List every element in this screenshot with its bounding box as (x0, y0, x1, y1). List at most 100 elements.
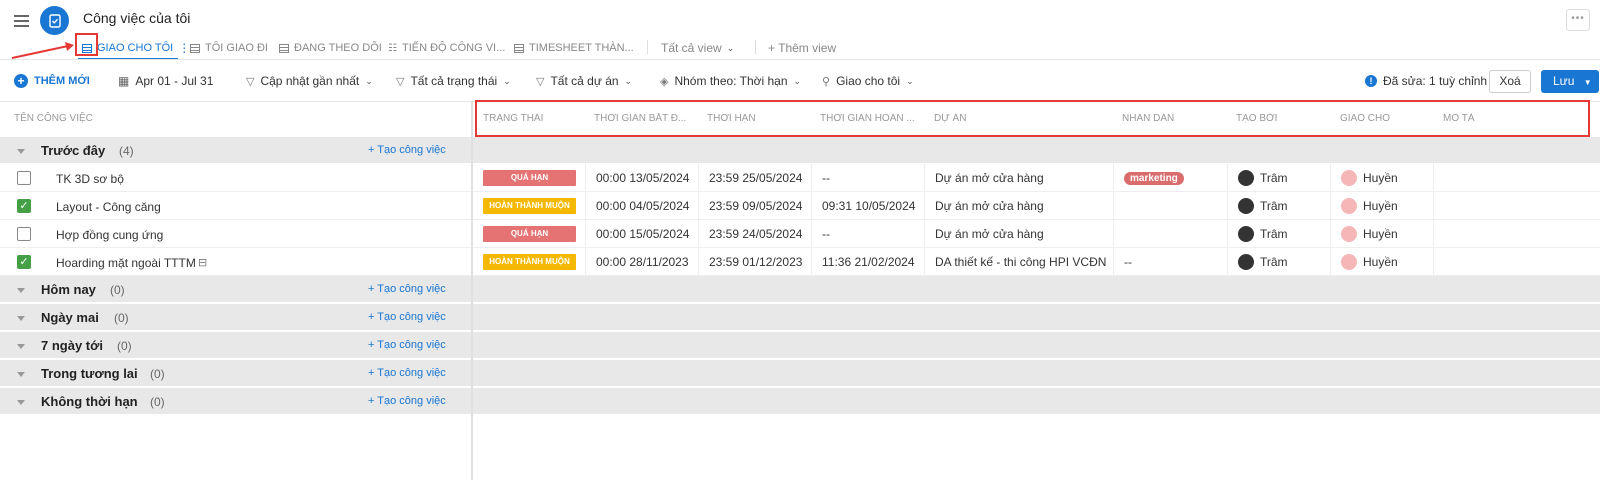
group-row-tomorrow[interactable]: Ngày mai (0) + Tạo công việc (0, 304, 471, 331)
tags-cell[interactable] (1114, 220, 1228, 248)
group-name: Hôm nay (41, 282, 96, 297)
add-new-label: THÊM MỚI (34, 75, 90, 87)
task-row[interactable]: Hợp đồng cung ứng (0, 220, 471, 248)
assignee-name: Huyền (1363, 227, 1398, 241)
task-name[interactable]: TK 3D sơ bộ (56, 172, 124, 186)
tabs-divider (0, 59, 1600, 60)
tab-assigned-by-me[interactable]: TÔI GIAO ĐI (190, 38, 268, 58)
assignee-cell[interactable]: Huyền (1331, 192, 1434, 220)
description-cell[interactable] (1434, 248, 1600, 276)
add-task-link[interactable]: + Tạo công việc (368, 367, 446, 379)
table-row[interactable]: QUÁ HẠN 00:00 15/05/2024 23:59 24/05/202… (473, 220, 1600, 248)
project-cell[interactable]: Dự án mở cửa hàng (925, 220, 1114, 248)
table-row[interactable]: QUÁ HẠN 00:00 13/05/2024 23:59 25/05/202… (473, 164, 1600, 192)
status-badge[interactable]: QUÁ HẠN (483, 170, 576, 186)
status-badge[interactable]: HOÀN THÀNH MUỘN (483, 254, 576, 270)
created-by-cell[interactable]: Trâm (1228, 248, 1331, 276)
add-task-link[interactable]: + Tạo công việc (368, 339, 446, 351)
assignee-cell[interactable]: Huyền (1331, 248, 1434, 276)
collapse-icon[interactable] (17, 288, 25, 293)
project-cell[interactable]: Dự án mở cửa hàng (925, 164, 1114, 192)
collapse-icon[interactable] (17, 372, 25, 377)
delete-button[interactable]: Xoá (1489, 70, 1531, 93)
kebab-icon[interactable]: ⋮ (178, 41, 190, 55)
table-row[interactable]: HOÀN THÀNH MUỘN 00:00 04/05/2024 23:59 0… (473, 192, 1600, 220)
group-row-today[interactable]: Hôm nay (0) + Tạo công việc (0, 276, 471, 303)
tab-progress[interactable]: ☷ TIẾN ĐỘ CÔNG VI... (388, 38, 505, 58)
tab-timesheet[interactable]: TIMESHEET THÀN... (514, 38, 634, 58)
created-by-cell[interactable]: Trâm (1228, 192, 1331, 220)
assignee-cell[interactable]: Huyền (1331, 220, 1434, 248)
group-row-no-deadline[interactable]: Không thời hạn (0) + Tạo công việc (0, 388, 471, 415)
task-name[interactable]: Hoarding mặt ngoài TTTM (56, 256, 196, 270)
avatar (1238, 198, 1254, 214)
avatar (1238, 226, 1254, 242)
add-task-link[interactable]: + Tạo công việc (368, 311, 446, 323)
subtask-icon[interactable]: ⊟ (198, 256, 207, 269)
collapse-icon[interactable] (17, 149, 25, 154)
task-name[interactable]: Layout - Công căng (56, 200, 161, 214)
table-row[interactable]: HOÀN THÀNH MUỘN 00:00 28/11/2023 23:59 0… (473, 248, 1600, 276)
collapse-icon[interactable] (17, 344, 25, 349)
add-view-button[interactable]: + Thêm view (768, 38, 836, 58)
group-by-label: Nhóm theo: Thời hạn (674, 74, 788, 88)
collapse-icon[interactable] (17, 316, 25, 321)
task-name[interactable]: Hợp đồng cung ứng (56, 228, 163, 242)
tab-following[interactable]: ĐANG THEO DÕI (279, 38, 382, 58)
status-badge[interactable]: HOÀN THÀNH MUỘN (483, 198, 576, 214)
task-checkbox[interactable] (17, 227, 31, 241)
add-new-button[interactable]: + THÊM MỚI (14, 72, 90, 90)
task-row[interactable]: TK 3D sơ bộ (0, 164, 471, 192)
task-row[interactable]: ✓ Hoarding mặt ngoài TTTM ⊟ (0, 248, 471, 276)
task-checkbox[interactable]: ✓ (17, 199, 31, 213)
completed-time-cell: 09:31 10/05/2024 (812, 192, 925, 220)
project-cell[interactable]: Dự án mở cửa hàng (925, 192, 1114, 220)
group-by-dropdown[interactable]: ◈ Nhóm theo: Thời hạn ⌄ (660, 72, 801, 90)
tags-cell[interactable] (1114, 192, 1228, 220)
project-cell[interactable]: DA thiết kế - thi công HPI VCĐN (925, 248, 1114, 276)
task-checkbox[interactable] (17, 171, 31, 185)
group-row-future[interactable]: Trong tương lai (0) + Tạo công việc (0, 360, 471, 387)
start-time-cell[interactable]: 00:00 28/11/2023 (586, 248, 699, 276)
more-options-button[interactable]: ••• (1566, 9, 1590, 31)
creator-name: Trâm (1260, 255, 1288, 269)
description-cell[interactable] (1434, 192, 1600, 220)
status-filter-dropdown[interactable]: ▽ Tất cả trạng thái ⌄ (396, 72, 511, 90)
description-cell[interactable] (1434, 220, 1600, 248)
start-time-cell[interactable]: 00:00 13/05/2024 (586, 164, 699, 192)
group-name: Không thời hạn (41, 394, 138, 409)
tags-cell[interactable]: -- (1114, 248, 1228, 276)
start-time-cell[interactable]: 00:00 04/05/2024 (586, 192, 699, 220)
tab-assigned-to-me[interactable]: GIAO CHO TÔI ⋮ (82, 38, 190, 58)
status-badge[interactable]: QUÁ HẠN (483, 226, 576, 242)
sort-dropdown[interactable]: ▽ Cập nhật gần nhất ⌄ (246, 72, 373, 90)
tag-badge[interactable]: marketing (1124, 171, 1184, 185)
description-cell[interactable] (1434, 164, 1600, 192)
assignee-filter-dropdown[interactable]: ⚲ Giao cho tôi ⌄ (822, 72, 914, 90)
group-row-before[interactable]: Trước đây (4) + Tạo công việc (0, 137, 471, 164)
all-views-dropdown[interactable]: Tất cả view ⌄ (661, 38, 734, 58)
created-by-cell[interactable]: Trâm (1228, 220, 1331, 248)
save-button[interactable]: Lưu ▼ (1541, 70, 1599, 93)
tags-cell[interactable]: marketing (1114, 164, 1228, 192)
project-filter-dropdown[interactable]: ▽ Tất cả dự án ⌄ (536, 72, 632, 90)
deadline-cell[interactable]: 23:59 25/05/2024 (699, 164, 812, 192)
task-checkbox[interactable]: ✓ (17, 255, 31, 269)
add-task-link[interactable]: + Tạo công việc (368, 283, 446, 295)
avatar (1341, 226, 1357, 242)
collapse-icon[interactable] (17, 400, 25, 405)
menu-icon[interactable] (14, 15, 29, 27)
group-count: (0) (114, 311, 129, 325)
deadline-cell[interactable]: 23:59 01/12/2023 (699, 248, 812, 276)
start-time-cell[interactable]: 00:00 15/05/2024 (586, 220, 699, 248)
group-row-next-7-days[interactable]: 7 ngày tới (0) + Tạo công việc (0, 332, 471, 359)
add-task-link[interactable]: + Tạo công việc (368, 395, 446, 407)
deadline-cell[interactable]: 23:59 24/05/2024 (699, 220, 812, 248)
task-row[interactable]: ✓ Layout - Công căng (0, 192, 471, 220)
assignee-cell[interactable]: Huyền (1331, 164, 1434, 192)
created-by-cell[interactable]: Trâm (1228, 164, 1331, 192)
date-range-picker[interactable]: ▦ Apr 01 - Jul 31 (118, 72, 213, 90)
deadline-cell[interactable]: 23:59 09/05/2024 (699, 192, 812, 220)
add-task-link[interactable]: + Tạo công việc (368, 144, 446, 156)
group-count: (0) (110, 283, 125, 297)
